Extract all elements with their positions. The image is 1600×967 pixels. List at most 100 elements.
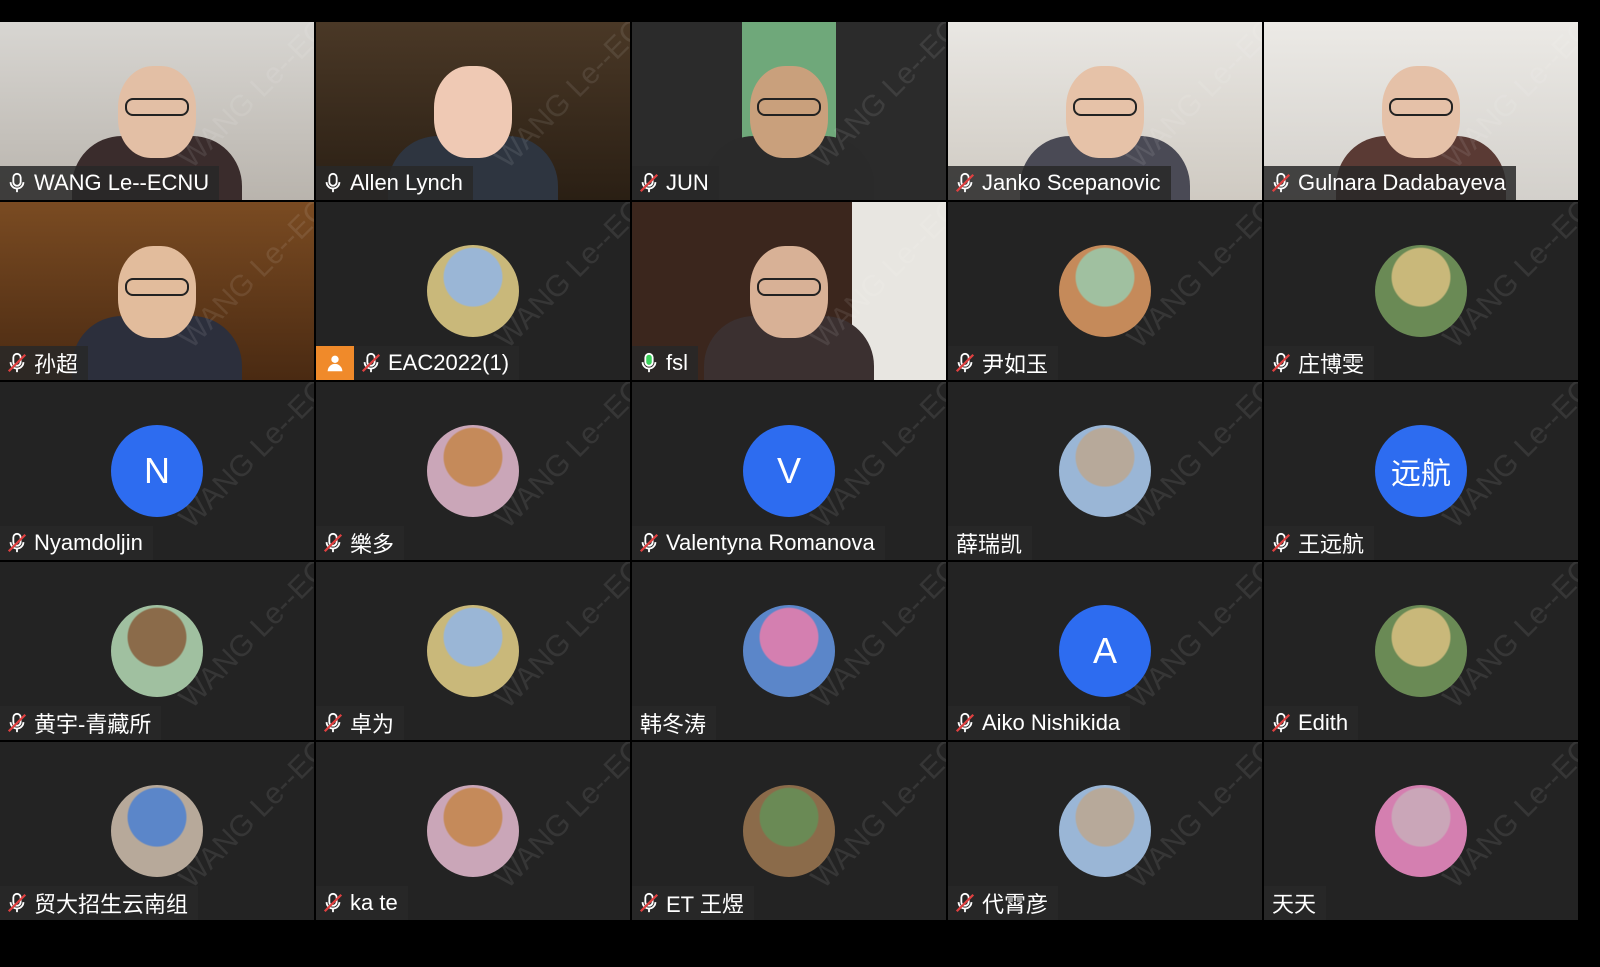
avatar: N — [111, 425, 203, 517]
mic-muted-icon — [639, 892, 659, 913]
participant-name: 樂多 — [350, 532, 395, 557]
participant-name: Aiko Nishikida — [982, 710, 1121, 735]
participant-tile[interactable]: WANG Le--ECNU ET 王煜 — [632, 742, 946, 920]
avatar — [1375, 245, 1467, 337]
avatar — [111, 785, 203, 877]
participant-tile[interactable]: WANG Le--ECNUJanko Scepanovic — [948, 22, 1262, 200]
participant-grid: WANG Le--ECNUWANG Le--ECNUWANG Le--ECNUA… — [0, 22, 1600, 920]
participant-name: 卓为 — [350, 712, 395, 737]
name-label: 樂多 — [316, 526, 405, 560]
avatar — [427, 785, 519, 877]
avatar: A — [1059, 605, 1151, 697]
participant-name: Nyamdoljin — [34, 530, 143, 555]
participant-tile[interactable]: WANG Le--ECNU 庄博雯 — [1264, 202, 1578, 380]
participant-tile[interactable]: N WANG Le--ECNU Nyamdoljin — [0, 382, 314, 560]
participant-tile[interactable]: WANG Le--ECNU孙超 — [0, 202, 314, 380]
participant-tile[interactable]: WANG Le--ECNU 韩冬涛 — [632, 562, 946, 740]
participant-name: 王远航 — [1298, 532, 1365, 557]
participant-tile[interactable]: 远航 WANG Le--ECNU 王远航 — [1264, 382, 1578, 560]
name-label: ET 王煜 — [632, 886, 754, 920]
participant-name: 孙超 — [34, 352, 79, 377]
participant-name: 庄博雯 — [1298, 352, 1365, 377]
name-label: Aiko Nishikida — [948, 706, 1131, 740]
mic-muted-icon — [1271, 712, 1291, 733]
name-label: EAC2022(1) — [354, 346, 520, 380]
participant-name: EAC2022(1) — [388, 350, 510, 375]
name-label: JUN — [632, 166, 719, 200]
name-label: 孙超 — [0, 346, 89, 380]
participant-tile[interactable]: WANG Le--ECNU 代霄彦 — [948, 742, 1262, 920]
mic-muted-icon — [7, 712, 27, 733]
name-label: fsl — [632, 346, 698, 380]
avatar — [1059, 245, 1151, 337]
participant-name: Edith — [1298, 710, 1349, 735]
participant-tile[interactable]: WANG Le--ECNU 贸大招生云南组 — [0, 742, 314, 920]
avatar — [1059, 785, 1151, 877]
participant-tile[interactable]: WANG Le--ECNUJUN — [632, 22, 946, 200]
participant-tile[interactable]: V WANG Le--ECNU Valentyna Romanova — [632, 382, 946, 560]
name-label: 庄博雯 — [1264, 346, 1375, 380]
mic-muted-icon — [323, 892, 343, 913]
name-label: Nyamdoljin — [0, 526, 153, 560]
mic-muted-icon — [7, 352, 27, 373]
mic-muted-icon — [323, 532, 343, 553]
mic-icon — [9, 172, 25, 193]
participant-tile[interactable]: WANG Le--ECNUWANG Le--ECNU — [0, 22, 314, 200]
mic-muted-icon — [1271, 352, 1291, 373]
participant-name: 天天 — [1272, 892, 1317, 917]
mic-muted-icon — [955, 352, 975, 373]
participant-figure — [704, 236, 874, 380]
avatar — [427, 245, 519, 337]
participant-tile[interactable]: WANG Le--ECNU ka te — [316, 742, 630, 920]
participant-tile[interactable]: WANG Le--ECNU 黄宇-青藏所 — [0, 562, 314, 740]
name-label: Gulnara Dadabayeva — [1264, 166, 1516, 200]
participant-figure — [704, 56, 874, 200]
mic-muted-icon — [7, 532, 27, 553]
name-label: 卓为 — [316, 706, 405, 740]
name-label: 尹如玉 — [948, 346, 1059, 380]
participant-name: 代霄彦 — [982, 892, 1049, 917]
name-label: Allen Lynch — [316, 166, 473, 200]
participant-name: fsl — [666, 350, 688, 375]
mic-muted-icon — [323, 712, 343, 733]
mic-muted-icon — [955, 712, 975, 733]
mic-muted-icon — [361, 352, 381, 373]
participant-tile[interactable]: WANG Le--ECNU 薛瑞凯 — [948, 382, 1262, 560]
participant-tile[interactable]: WANG Le--ECNU Edith — [1264, 562, 1578, 740]
name-label: Edith — [1264, 706, 1359, 740]
participant-name: Valentyna Romanova — [666, 530, 875, 555]
mic-muted-icon — [955, 172, 975, 193]
mic-muted-icon — [639, 172, 659, 193]
avatar — [743, 605, 835, 697]
participant-name: 韩冬涛 — [640, 712, 707, 737]
avatar — [1375, 605, 1467, 697]
avatar — [743, 785, 835, 877]
avatar — [427, 425, 519, 517]
participant-tile[interactable]: WANG Le--ECNU 卓为 — [316, 562, 630, 740]
participant-figure — [72, 236, 242, 380]
participant-tile[interactable]: WANG Le--ECNUAllen Lynch — [316, 22, 630, 200]
participant-name: WANG Le--ECNU — [34, 170, 210, 195]
avatar: 远航 — [1375, 425, 1467, 517]
name-label: 王远航 — [1264, 526, 1375, 560]
participant-tile[interactable]: WANG Le--ECNUfsl — [632, 202, 946, 380]
avatar — [427, 605, 519, 697]
participant-name: Allen Lynch — [350, 170, 463, 195]
name-label: Valentyna Romanova — [632, 526, 885, 560]
mic-muted-icon — [639, 532, 659, 553]
participant-tile[interactable]: WANG Le--ECNUGulnara Dadabayeva — [1264, 22, 1578, 200]
avatar — [1059, 425, 1151, 517]
name-label: 天天 — [1264, 886, 1327, 920]
name-label: ka te — [316, 886, 408, 920]
mic-icon — [641, 352, 657, 373]
participant-tile[interactable]: WANG Le--ECNU 尹如玉 — [948, 202, 1262, 380]
participant-tile[interactable]: A WANG Le--ECNU Aiko Nishikida — [948, 562, 1262, 740]
name-label: Janko Scepanovic — [948, 166, 1171, 200]
name-label: 黄宇-青藏所 — [0, 706, 162, 740]
name-label: WANG Le--ECNU — [0, 166, 220, 200]
mic-muted-icon — [1271, 172, 1291, 193]
user-icon — [316, 346, 354, 380]
participant-tile[interactable]: WANG Le--ECNU 樂多 — [316, 382, 630, 560]
participant-tile[interactable]: WANG Le--ECNU EAC2022(1) — [316, 202, 630, 380]
participant-tile[interactable]: WANG Le--ECNU 天天 — [1264, 742, 1578, 920]
